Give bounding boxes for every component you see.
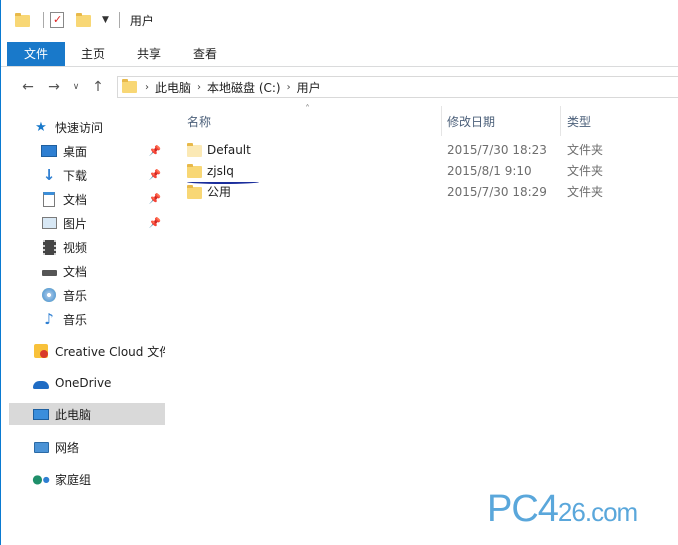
network-icon (33, 439, 49, 455)
handwritten-underline-mark (187, 180, 259, 184)
tab-share[interactable]: 共享 (121, 42, 177, 66)
ribbon-tabs: 文件 主页 共享 查看 (1, 42, 678, 67)
nav-item-music[interactable]: ♪ 音乐 (9, 308, 165, 330)
file-name: 公用 (207, 185, 232, 199)
tab-file[interactable]: 文件 (7, 42, 65, 66)
properties-icon[interactable] (50, 12, 66, 28)
music-icon: ♪ (44, 310, 54, 328)
nav-item-documents[interactable]: 文档 📌 (9, 188, 165, 210)
file-name: zjslq (207, 164, 234, 178)
documents-icon (41, 191, 57, 207)
file-list: ˄ 名称 修改日期 类型 Default 2015/7/30 18:23 文件夹… (165, 104, 678, 545)
file-row[interactable]: Default 2015/7/30 18:23 文件夹 (165, 140, 678, 161)
column-divider[interactable] (560, 106, 561, 136)
back-arrow-icon[interactable]: ← (15, 79, 41, 95)
pin-icon[interactable]: 📌 (149, 218, 161, 229)
file-date: 2015/8/1 9:10 (447, 164, 532, 178)
title-separator (43, 12, 44, 28)
nav-item-music-disc[interactable]: 音乐 (9, 284, 165, 306)
column-header-type[interactable]: 类型 (567, 106, 591, 136)
folder-icon (187, 143, 202, 160)
quick-access-dropdown-icon[interactable]: ▼ (102, 15, 109, 25)
breadcrumb-local-disk[interactable]: 本地磁盘 (C:) (207, 79, 281, 96)
chevron-right-icon[interactable]: › (145, 82, 149, 93)
nav-item-onedrive[interactable]: OneDrive (9, 372, 165, 394)
pin-icon[interactable]: 📌 (149, 170, 161, 181)
file-type: 文件夹 (567, 164, 604, 178)
title-bar: ▼ 用户 (1, 0, 678, 40)
column-header-date[interactable]: 修改日期 (447, 106, 495, 136)
nav-item-pictures[interactable]: 图片 📌 (9, 212, 165, 234)
title-separator-2 (118, 12, 120, 28)
file-date: 2015/7/30 18:29 (447, 185, 547, 199)
folder-icon (187, 164, 202, 181)
tab-home[interactable]: 主页 (65, 42, 121, 66)
tab-view[interactable]: 查看 (177, 42, 233, 66)
nav-item-quick-access[interactable]: ★ 快速访问 (9, 116, 165, 138)
file-date: 2015/7/30 18:23 (447, 143, 547, 157)
pictures-icon (41, 215, 57, 231)
folder-icon (15, 12, 31, 28)
drive-icon (41, 263, 57, 279)
file-row[interactable]: 公用 2015/7/30 18:29 文件夹 (165, 182, 678, 203)
nav-item-downloads[interactable]: ↓ 下载 📌 (9, 164, 165, 186)
breadcrumb-users[interactable]: 用户 (297, 79, 321, 96)
video-icon (41, 239, 57, 255)
nav-item-network[interactable]: 网络 (9, 436, 165, 458)
file-name: Default (207, 143, 251, 157)
disc-icon (41, 287, 57, 303)
nav-item-homegroup[interactable]: ● ● 家庭组 (9, 468, 165, 490)
file-type: 文件夹 (567, 143, 604, 157)
site-watermark-logo: PC426.com (487, 488, 638, 530)
chevron-right-icon[interactable]: › (287, 82, 291, 93)
navigation-pane: ★ 快速访问 桌面 📌 ↓ 下载 📌 文档 📌 图片 📌 视频 文档 音乐 ♪ … (1, 106, 165, 545)
file-type: 文件夹 (567, 185, 604, 199)
column-header-name[interactable]: 名称 (187, 106, 211, 136)
homegroup-icon: ● ● (32, 472, 50, 486)
new-folder-icon[interactable] (76, 12, 92, 28)
pin-icon[interactable]: 📌 (149, 146, 161, 157)
address-folder-icon (122, 78, 137, 96)
nav-item-videos[interactable]: 视频 (9, 236, 165, 258)
folder-icon (187, 185, 202, 202)
recent-dropdown-icon[interactable]: ∨ (67, 82, 85, 92)
breadcrumb-this-pc[interactable]: 此电脑 (155, 79, 191, 96)
creative-cloud-icon (33, 343, 49, 359)
forward-arrow-icon[interactable]: → (41, 79, 67, 95)
up-arrow-icon[interactable]: ↑ (85, 79, 111, 95)
star-icon: ★ (35, 119, 47, 135)
nav-item-drive-documents[interactable]: 文档 (9, 260, 165, 282)
address-bar[interactable]: › 此电脑 › 本地磁盘 (C:) › 用户 (117, 76, 678, 98)
onedrive-icon (33, 375, 49, 391)
navigation-bar: ← → ∨ ↑ › 此电脑 › 本地磁盘 (C:) › 用户 (1, 68, 678, 106)
column-divider[interactable] (441, 106, 442, 136)
file-row[interactable]: zjslq 2015/8/1 9:10 文件夹 (165, 161, 678, 182)
nav-item-desktop[interactable]: 桌面 📌 (9, 140, 165, 162)
download-icon: ↓ (42, 166, 56, 184)
sort-ascending-icon: ˄ (305, 104, 310, 115)
pin-icon[interactable]: 📌 (149, 194, 161, 205)
nav-item-this-pc[interactable]: 此电脑 (9, 403, 165, 425)
desktop-icon (41, 143, 57, 159)
nav-item-creative-cloud[interactable]: Creative Cloud 文件 (9, 340, 165, 362)
computer-icon (33, 406, 49, 422)
chevron-right-icon[interactable]: › (197, 82, 201, 93)
window-title: 用户 (129, 13, 154, 28)
